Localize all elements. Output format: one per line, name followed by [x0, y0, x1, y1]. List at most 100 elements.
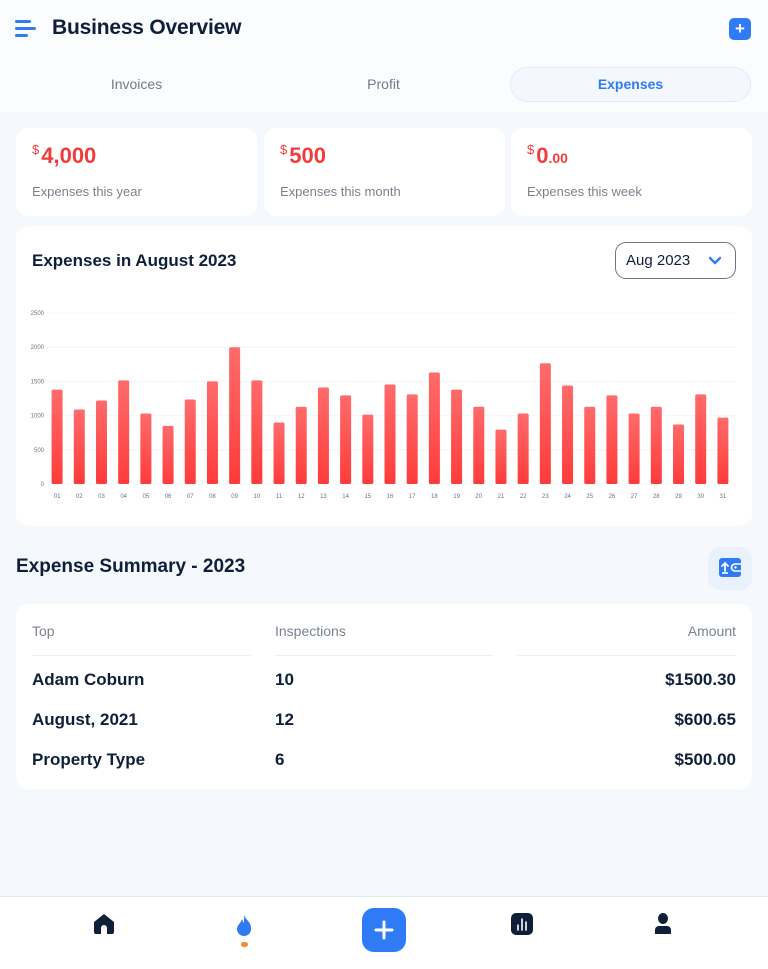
tab-invoices[interactable]: Invoices: [16, 67, 257, 102]
tab-bar: Invoices Profit Expenses: [16, 67, 752, 102]
bar-day-08[interactable]: [206, 381, 218, 484]
bar-day-25[interactable]: [584, 406, 596, 484]
active-indicator: [241, 942, 248, 947]
nav-reports[interactable]: [502, 897, 542, 957]
amount: 0: [536, 143, 549, 168]
stat-label: Expenses this week: [527, 184, 642, 199]
plus-icon: +: [735, 19, 745, 38]
decimals: .00: [548, 150, 568, 166]
x-tick-label: 26: [609, 494, 616, 500]
x-tick-label: 21: [498, 494, 505, 500]
bar-day-07[interactable]: [184, 399, 196, 484]
stat-card-year: $4,000 Expenses this year: [16, 128, 257, 216]
currency-symbol: $: [527, 142, 535, 157]
header-divider: [517, 655, 736, 656]
x-tick-label: 19: [453, 494, 460, 500]
stat-value: $4,000: [32, 142, 96, 169]
bar-day-03[interactable]: [95, 400, 107, 484]
y-tick-label: 0: [41, 482, 45, 488]
bar-day-09[interactable]: [229, 347, 241, 484]
x-tick-label: 07: [187, 494, 194, 500]
nav-expenses[interactable]: [224, 897, 264, 957]
cell-top: Adam Coburn: [32, 670, 145, 689]
bar-day-27[interactable]: [628, 413, 640, 484]
home-icon: [94, 914, 114, 934]
x-tick-label: 12: [298, 494, 305, 500]
y-tick-label: 1000: [31, 414, 45, 420]
page-title: Business Overview: [52, 16, 242, 39]
cell-top: August, 2021: [32, 710, 138, 729]
nav-add-button[interactable]: [362, 908, 406, 952]
bar-day-22[interactable]: [517, 413, 529, 484]
tab-profit[interactable]: Profit: [263, 67, 504, 102]
add-button[interactable]: +: [729, 18, 751, 40]
x-tick-label: 16: [387, 494, 394, 500]
bar-day-17[interactable]: [406, 394, 418, 484]
bar-day-29[interactable]: [673, 424, 685, 484]
user-icon: [655, 913, 671, 934]
y-tick-label: 500: [34, 448, 45, 454]
y-tick-label: 1500: [31, 379, 45, 385]
x-tick-label: 17: [409, 494, 416, 500]
y-tick-label: 2500: [31, 311, 45, 317]
header-divider: [32, 655, 251, 656]
x-tick-label: 01: [54, 494, 61, 500]
bar-day-24[interactable]: [562, 385, 574, 484]
cell-top: Property Type: [32, 750, 146, 769]
stat-card-week: $0.00 Expenses this week: [511, 128, 752, 216]
column-header-inspections: Inspections: [275, 623, 346, 639]
x-tick-label: 18: [431, 494, 438, 500]
bar-day-19[interactable]: [451, 389, 463, 484]
cell-inspections: 12: [275, 710, 294, 729]
x-tick-label: 09: [231, 494, 238, 500]
x-tick-label: 22: [520, 494, 527, 500]
x-tick-label: 29: [675, 494, 682, 500]
bar-day-23[interactable]: [539, 363, 551, 484]
export-button[interactable]: [708, 547, 752, 590]
currency-symbol: $: [32, 142, 40, 157]
bar-day-14[interactable]: [340, 395, 352, 484]
bar-day-10[interactable]: [251, 380, 263, 484]
bar-day-15[interactable]: [362, 414, 374, 484]
cell-inspections: 10: [275, 670, 294, 689]
bar-day-21[interactable]: [495, 429, 507, 484]
x-tick-label: 10: [253, 494, 260, 500]
stat-card-month: $500 Expenses this month: [264, 128, 505, 216]
bar-day-04[interactable]: [118, 380, 130, 484]
bar-day-02[interactable]: [73, 409, 85, 484]
bar-day-06[interactable]: [162, 425, 174, 484]
bar-day-05[interactable]: [140, 413, 152, 484]
bar-day-26[interactable]: [606, 395, 618, 484]
bar-day-12[interactable]: [295, 406, 307, 484]
column-header-amount: Amount: [687, 623, 736, 639]
bar-day-16[interactable]: [384, 384, 396, 484]
cell-amount: $600.65: [674, 710, 736, 729]
hamburger-menu-icon[interactable]: [15, 19, 37, 39]
amount: 4,000: [41, 143, 97, 168]
currency-symbol: $: [280, 142, 288, 157]
stat-label: Expenses this year: [32, 184, 142, 199]
tab-expenses[interactable]: Expenses: [510, 67, 751, 102]
x-tick-label: 15: [364, 494, 371, 500]
nav-profile[interactable]: [643, 897, 683, 957]
bar-day-31[interactable]: [717, 417, 729, 484]
bar-day-11[interactable]: [273, 422, 285, 484]
x-tick-label: 30: [697, 494, 704, 500]
x-tick-label: 31: [720, 494, 727, 500]
bottom-nav: [0, 896, 768, 969]
stat-label: Expenses this month: [280, 184, 401, 199]
bar-chart: 0 500 1000 1500 2000 2500 01 02 03 04 05 06 07 08 09 1…: [31, 311, 736, 500]
bar-day-18[interactable]: [428, 372, 440, 484]
bar-day-30[interactable]: [695, 394, 707, 484]
top-bar: Business Overview + Invoices Profit Expe…: [0, 0, 768, 112]
cell-amount: $1500.30: [665, 670, 736, 689]
bar-day-28[interactable]: [650, 406, 662, 484]
x-tick-label: 06: [165, 494, 172, 500]
nav-home[interactable]: [84, 897, 124, 957]
flame-icon: [237, 914, 252, 936]
bar-day-13[interactable]: [317, 387, 329, 484]
bar-day-01[interactable]: [51, 389, 63, 484]
x-tick-label: 23: [542, 494, 549, 500]
bar-day-20[interactable]: [473, 406, 485, 484]
header-divider: [275, 655, 493, 656]
